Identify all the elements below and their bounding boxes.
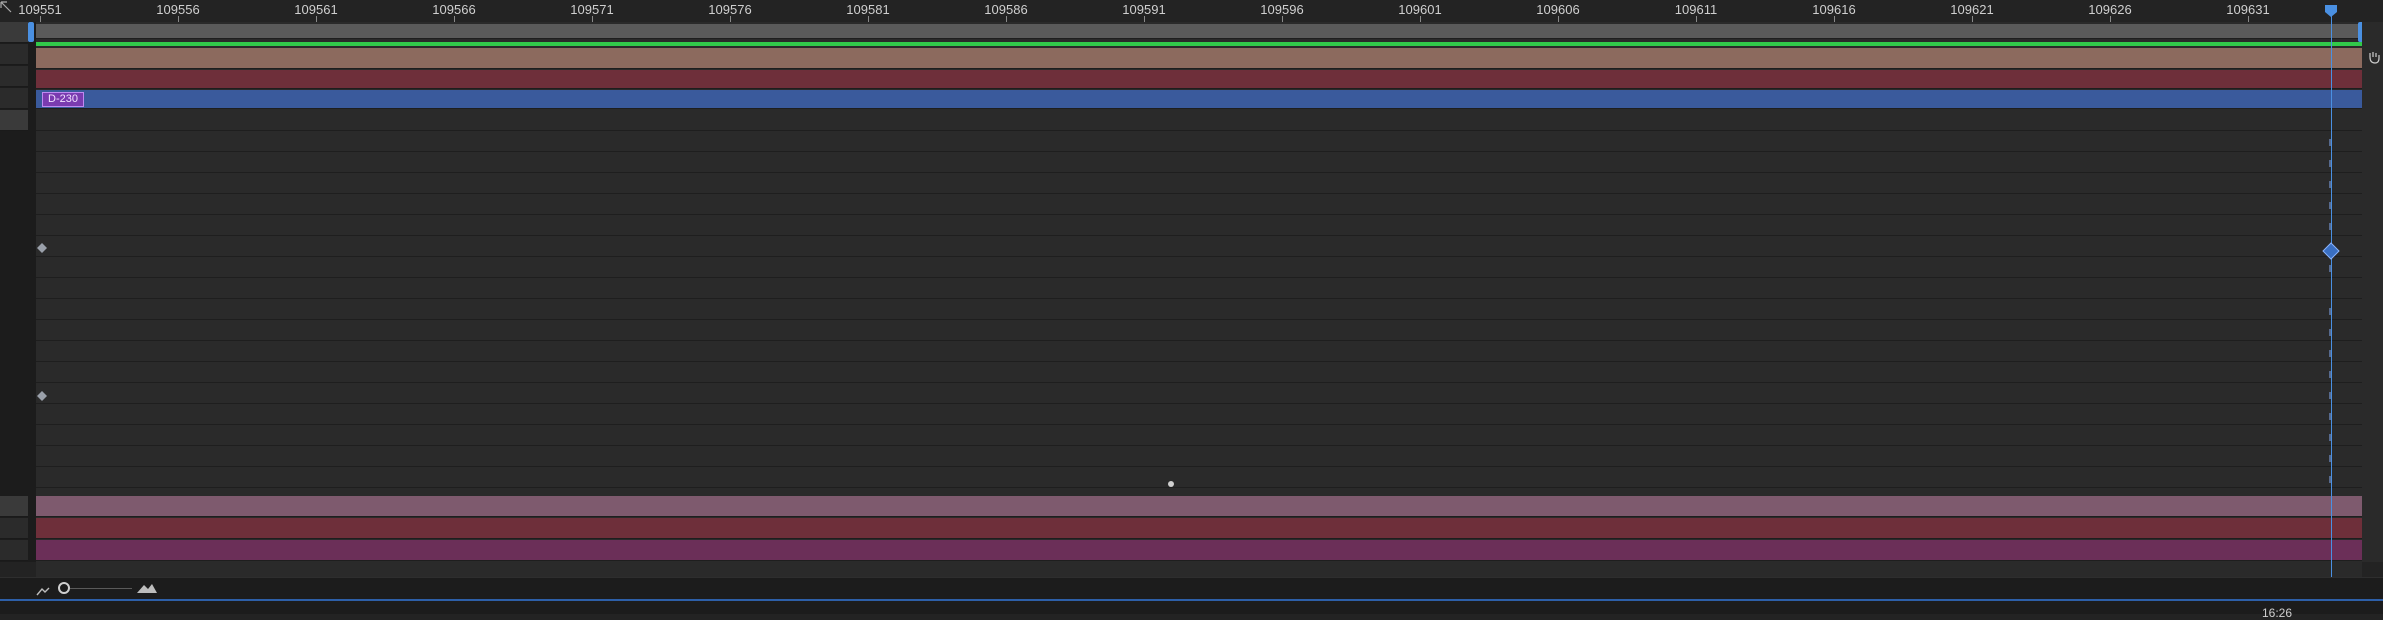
keyframe-marker-icon[interactable]: I: [2325, 329, 2335, 339]
pink-track[interactable]: [36, 496, 2362, 517]
keyframe-marker-icon[interactable]: I: [2325, 413, 2335, 423]
gutter-row[interactable]: [0, 110, 28, 131]
gutter-row[interactable]: [0, 496, 28, 517]
keyframe-marker-icon[interactable]: I: [2325, 160, 2335, 170]
keyframe-marker-icon[interactable]: I: [2325, 265, 2335, 275]
gutter-row[interactable]: [0, 66, 28, 87]
keyframe-marker-icon[interactable]: I: [2325, 223, 2335, 233]
keyframe-marker-icon[interactable]: I: [2325, 434, 2335, 444]
empty-row: [36, 257, 2362, 278]
cursor-dot-icon: [1168, 481, 1174, 487]
ruler-tick-label: 109626: [2088, 2, 2132, 17]
empty-row: [36, 278, 2362, 299]
keyframe-marker-icon[interactable]: I: [2325, 181, 2335, 191]
zoom-slider-track[interactable]: [70, 588, 132, 589]
blue-track[interactable]: [36, 90, 2362, 109]
keyframe-marker-icon[interactable]: I: [2325, 371, 2335, 381]
ruler-tick-label: 109561: [294, 2, 338, 17]
empty-row: [36, 362, 2362, 383]
timeline-tracks[interactable]: [36, 22, 2362, 577]
clip-label[interactable]: D-230: [42, 92, 84, 107]
empty-row: [36, 320, 2362, 341]
zoom-in-mountain-icon[interactable]: [136, 582, 158, 596]
ruler-tick-label: 109551: [18, 2, 62, 17]
track-gutter: [0, 22, 36, 562]
gutter-row[interactable]: [0, 22, 28, 43]
red-track[interactable]: [36, 70, 2362, 89]
hand-cursor-icon: [2367, 50, 2381, 64]
ruler-tick-label: 109611: [1674, 2, 1718, 17]
ruler-tick-label: 109591: [1122, 2, 1166, 17]
empty-row: [36, 404, 2362, 425]
timeline-ruler[interactable]: 109551 109556 109561 109566 109571 109576 1095…: [0, 0, 2383, 22]
ruler-tick-label: 109616: [1812, 2, 1856, 17]
vertical-scrollbar[interactable]: [2362, 22, 2383, 562]
keyframe-marker-icon[interactable]: I: [2325, 476, 2335, 486]
corner-arrow-icon[interactable]: [0, 0, 12, 13]
keyframe-marker-icon[interactable]: I: [2325, 455, 2335, 465]
empty-row: [36, 299, 2362, 320]
ruler-tick-label: 109556: [156, 2, 200, 17]
ruler-tick-label: 109566: [432, 2, 476, 17]
zoom-slider-knob-icon[interactable]: [58, 582, 70, 594]
ruler-tick-label: 109631: [2226, 2, 2270, 17]
magenta-track[interactable]: [36, 540, 2362, 561]
keyframe-diamond-selected-icon[interactable]: [2322, 242, 2340, 260]
empty-row: [36, 194, 2362, 215]
empty-row: [36, 173, 2362, 194]
keyframe-marker-icon[interactable]: I: [2325, 350, 2335, 360]
work-area-bar[interactable]: [36, 24, 2362, 39]
empty-row: [36, 236, 2362, 257]
ruler-tick-label: 109606: [1536, 2, 1580, 17]
empty-row: [36, 152, 2362, 173]
ruler-tick-label: 109601: [1398, 2, 1442, 17]
orange-track[interactable]: [36, 48, 2362, 69]
keyframe-marker-icon[interactable]: I: [2325, 139, 2335, 149]
empty-row: [36, 110, 2362, 131]
work-area-start-handle[interactable]: [28, 22, 34, 42]
keyframe-marker-icon[interactable]: I: [2325, 202, 2335, 212]
keyframe-marker-icon[interactable]: I: [2325, 308, 2335, 318]
playhead-handle-icon[interactable]: [2324, 4, 2338, 18]
keyframe-diamond-icon[interactable]: [36, 241, 48, 253]
keyframe-marker-icon[interactable]: I: [2325, 392, 2335, 402]
ruler-tick-label: 109576: [708, 2, 752, 17]
empty-row: [36, 425, 2362, 446]
ruler-tick-label: 109581: [846, 2, 890, 17]
gutter-row[interactable]: [0, 540, 28, 561]
red-track-2[interactable]: [36, 518, 2362, 539]
green-layer-bar[interactable]: [36, 42, 2362, 46]
playhead-line[interactable]: [2331, 12, 2332, 577]
keyframe-diamond-icon[interactable]: [36, 389, 48, 401]
ruler-tick-label: 109586: [984, 2, 1028, 17]
gutter-row[interactable]: [0, 44, 28, 65]
zoom-out-mountain-icon[interactable]: [36, 584, 50, 598]
ruler-tick-label: 109596: [1260, 2, 1304, 17]
empty-row: [36, 467, 2362, 488]
time-label: 16:26: [2262, 606, 2293, 620]
timeline-footer: 16:26: [0, 577, 2383, 620]
empty-row: [36, 341, 2362, 362]
empty-row: [36, 215, 2362, 236]
empty-row: [36, 446, 2362, 467]
empty-row: [36, 131, 2362, 152]
gutter-row[interactable]: [0, 518, 28, 539]
status-line: [0, 599, 2383, 601]
ruler-tick-label: 109621: [1950, 2, 1994, 17]
empty-row: [36, 383, 2362, 404]
gutter-row[interactable]: [0, 88, 28, 109]
ruler-tick-label: 109571: [570, 2, 614, 17]
